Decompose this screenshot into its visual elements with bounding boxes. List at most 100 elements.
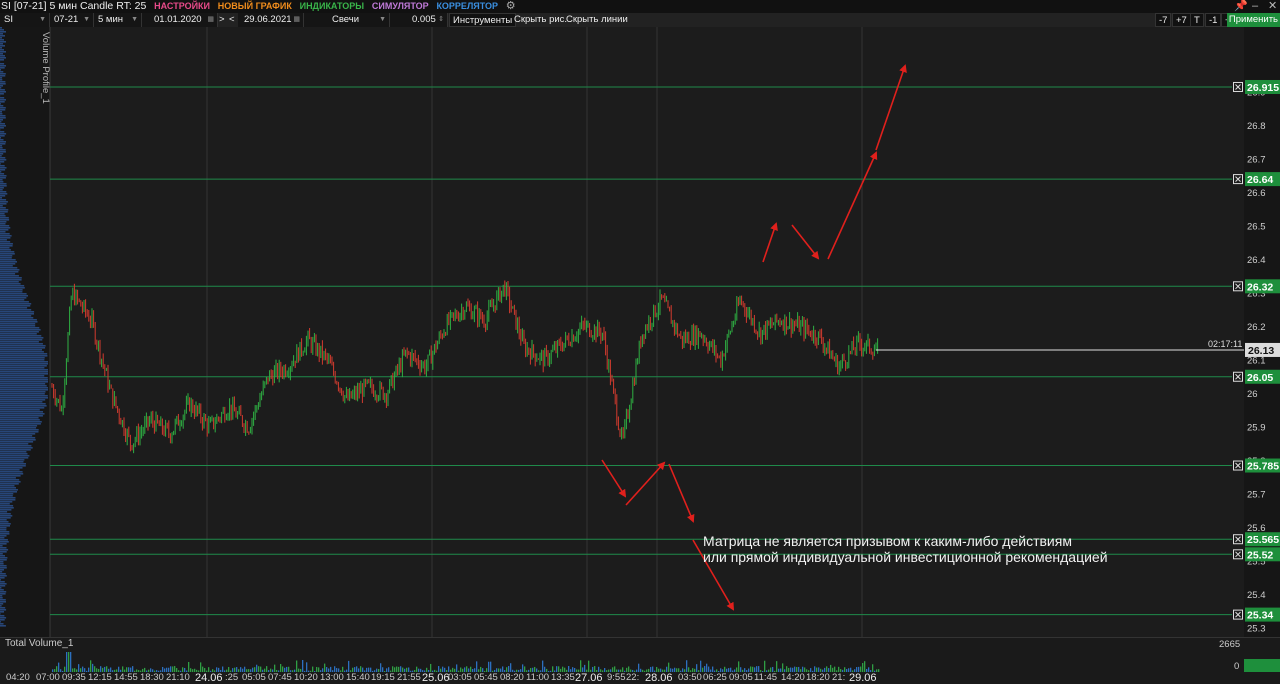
nav-back-button[interactable]: >	[218, 13, 228, 27]
hide-lines-button[interactable]: Скрыть линии	[563, 13, 631, 27]
nav-forward-button[interactable]: <	[228, 13, 238, 27]
profile-bar	[0, 323, 36, 325]
profile-bar	[0, 137, 1, 139]
profile-bar	[0, 435, 33, 437]
y-tick-label: 26.1	[1247, 356, 1266, 367]
x-tick-label: 9:55	[607, 672, 626, 683]
profile-bar	[0, 163, 1, 165]
profile-bar	[0, 143, 6, 145]
symbol-select[interactable]: SI ▼	[0, 13, 50, 27]
profile-bar	[0, 501, 13, 503]
profile-bar	[0, 537, 5, 539]
pin-icon[interactable]: 📌	[1234, 0, 1248, 13]
profile-bar	[0, 375, 45, 377]
level-tag-label: 26.05	[1247, 372, 1273, 384]
volume-bar	[588, 660, 590, 672]
profile-bar	[0, 593, 6, 595]
profile-bar	[0, 319, 37, 321]
hide-drawings-button[interactable]: Скрыть рис.	[511, 13, 570, 27]
volume-bar	[306, 662, 308, 672]
profile-bar	[0, 295, 28, 297]
menu-simulator[interactable]: СИМУЛЯТОР	[372, 0, 429, 13]
menu-indicators[interactable]: ИНДИКАТОРЫ	[300, 0, 364, 13]
time-marker: 02:17:11	[1208, 339, 1242, 349]
chart-type-select[interactable]: Свечи ▼	[304, 13, 390, 27]
shift-minus1-button[interactable]: -1	[1205, 13, 1222, 27]
profile-bar	[0, 397, 48, 399]
profile-bar	[0, 311, 35, 313]
profile-bar	[0, 369, 48, 371]
profile-bar	[0, 97, 5, 99]
profile-bar	[0, 531, 10, 533]
profile-bar	[0, 551, 7, 553]
profile-bar	[0, 201, 8, 203]
contract-select[interactable]: 07-21 ▼	[50, 13, 94, 27]
profile-bar	[0, 113, 3, 115]
x-tick-label: 13:35	[551, 672, 575, 683]
profile-bar	[0, 479, 20, 481]
profile-bar	[0, 175, 7, 177]
menu-settings[interactable]: НАСТРОЙКИ	[154, 0, 210, 13]
minimize-icon[interactable]: –	[1252, 0, 1258, 13]
tools-button[interactable]: Инструменты	[449, 13, 517, 27]
date-to-value: 29.06.2021	[244, 14, 292, 25]
profile-bar	[0, 409, 40, 411]
profile-bar	[0, 217, 9, 219]
profile-bar	[0, 259, 16, 261]
profile-bar	[0, 475, 21, 477]
volume-bar	[738, 661, 740, 672]
profile-bar	[0, 381, 48, 383]
spinner-icon[interactable]: ⇕	[438, 13, 444, 27]
x-tick-label: 24.06	[195, 672, 223, 684]
symbol-value: SI	[4, 14, 13, 25]
profile-bar	[0, 623, 4, 625]
profile-bar	[0, 223, 6, 225]
apply-button[interactable]: Применить	[1226, 13, 1280, 27]
date-from-value: 01.01.2020	[154, 14, 202, 25]
gear-icon[interactable]: ⚙	[506, 0, 516, 13]
profile-bar	[0, 603, 4, 605]
profile-bar	[0, 251, 15, 253]
profile-bar	[0, 41, 6, 43]
profile-bar	[0, 45, 5, 47]
close-icon[interactable]: ✕	[1268, 0, 1277, 13]
calendar-icon[interactable]: ▦	[207, 13, 214, 27]
today-button[interactable]: T	[1190, 13, 1204, 27]
profile-bar	[0, 407, 45, 409]
profile-bar	[0, 279, 22, 281]
profile-bar	[0, 151, 6, 153]
profile-bar	[0, 439, 36, 441]
date-from-field[interactable]: 01.01.2020 ▦	[142, 13, 218, 27]
profile-bar	[0, 495, 13, 497]
y-tick-label: 26.6	[1247, 188, 1266, 199]
shift-minus7-button[interactable]: -7	[1155, 13, 1172, 27]
profile-bar	[0, 393, 45, 395]
profile-bar	[0, 247, 10, 249]
step-field[interactable]: 0.005 ⇕	[390, 13, 448, 27]
profile-bar	[0, 385, 47, 387]
menu-correlator[interactable]: КОРРЕЛЯТОР	[436, 0, 498, 13]
profile-bar	[0, 43, 3, 45]
profile-bar	[0, 493, 14, 495]
date-to-field[interactable]: 29.06.2021 ▦	[238, 13, 304, 27]
profile-bar	[0, 515, 13, 517]
calendar-icon[interactable]: ▦	[293, 13, 300, 27]
profile-bar	[0, 589, 4, 591]
volume-pane[interactable]: 2665 0	[0, 637, 1280, 672]
x-tick-label: 10:20	[294, 672, 318, 683]
profile-bar	[0, 563, 4, 565]
menu-new-chart[interactable]: НОВЫЙ ГРАФИК	[218, 0, 292, 13]
x-tick-label: 08:20	[500, 672, 524, 683]
profile-bar	[0, 353, 48, 355]
profile-bar	[0, 273, 16, 275]
shift-plus7-button[interactable]: +7	[1172, 13, 1191, 27]
volume-bar	[90, 660, 92, 672]
volume-bar	[92, 663, 94, 672]
profile-bar	[0, 153, 4, 155]
profile-bar	[0, 191, 7, 193]
profile-bar	[0, 269, 20, 271]
profile-bar	[0, 539, 8, 541]
timeframe-select[interactable]: 5 мин ▼	[94, 13, 142, 27]
profile-bar	[0, 601, 6, 603]
x-tick-label: 29.06	[849, 672, 877, 684]
